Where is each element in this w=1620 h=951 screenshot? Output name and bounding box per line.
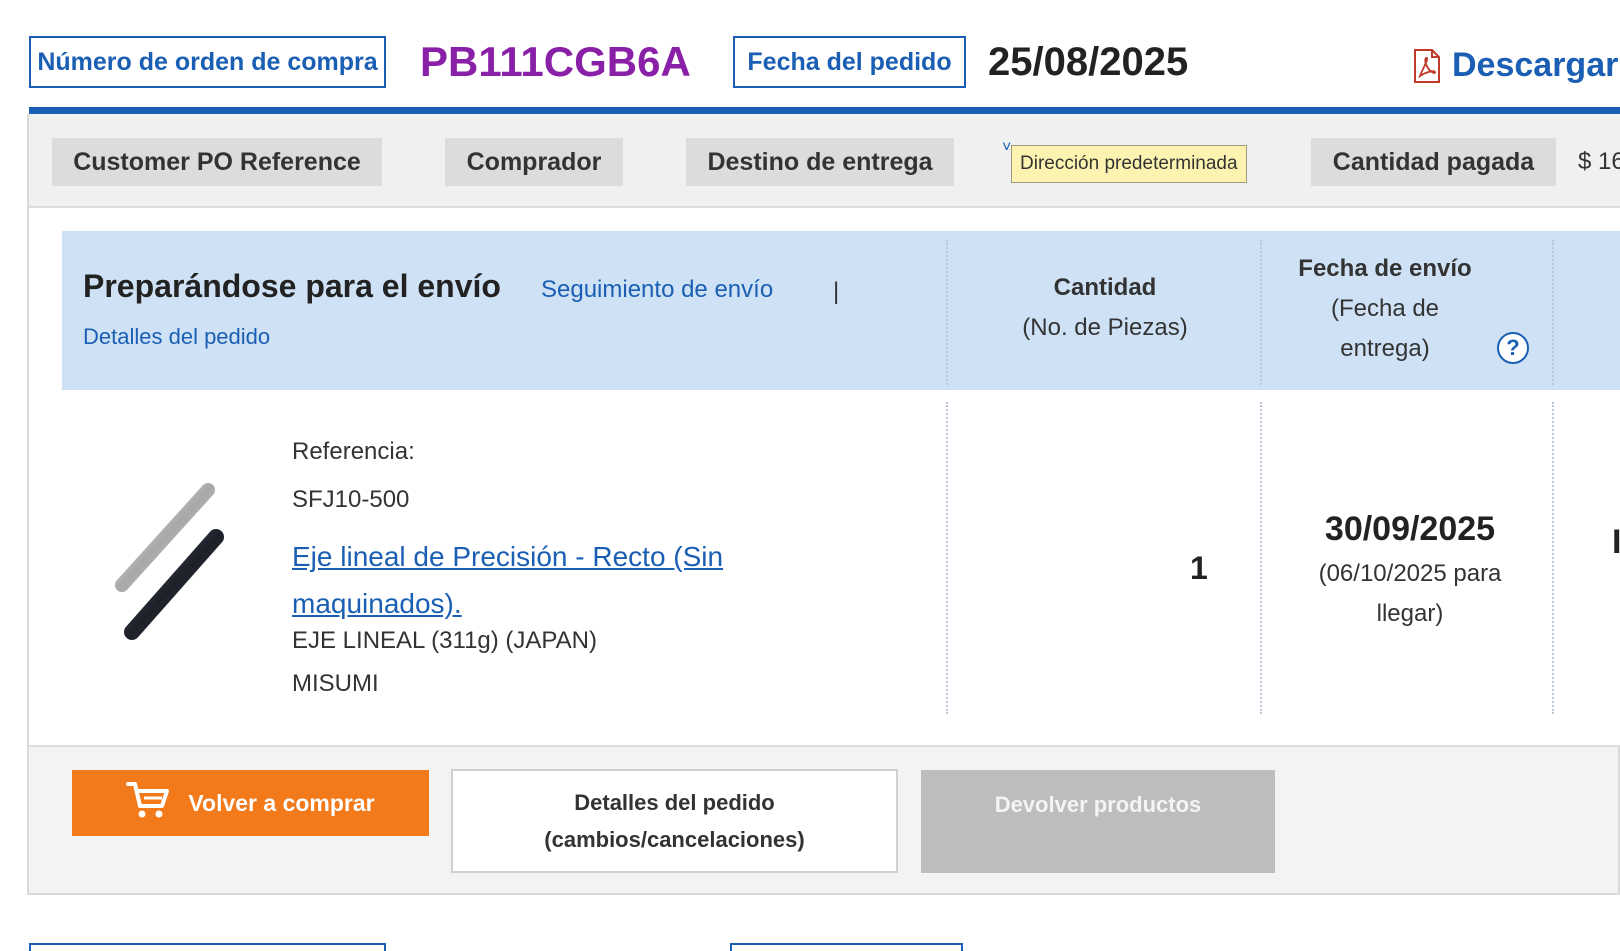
paid-amount-value: $ 16 [1578,148,1620,175]
arrival-date: (06/10/2025 para llegar) [1290,554,1530,634]
tracking-link[interactable]: Seguimiento de envío [541,276,773,304]
product-shaft-image[interactable] [108,480,228,650]
manufacturer: MISUMI [292,670,379,697]
quantity-column-header: Cantidad (No. de Piezas) [990,268,1220,348]
default-address-tooltip: Dirección predeterminada [1011,145,1247,183]
order-details-button[interactable]: Detalles del pedido (cambios/cancelacion… [451,769,898,873]
tooltip-pointer: ˅ [1002,139,1012,156]
order-details-button-line-2[interactable]: (cambios/cancelaciones) [544,821,804,858]
reference-label: Referencia: [292,438,415,465]
shopping-cart-icon [126,780,170,826]
next-order-date-box [730,943,963,951]
order-date-label: Fecha del pedido [733,36,966,88]
ship-date-column-header: Fecha de envío (Fecha de entrega) [1270,249,1500,369]
column-divider [946,402,948,714]
return-products-button[interactable]: Devolver productos [921,770,1275,873]
product-name-link[interactable]: Eje lineal de Precisión - Recto (Sin maq… [292,533,752,627]
destination-chip: Destino de entrega [686,138,954,186]
order-details-link[interactable]: Detalles del pedido [83,324,270,350]
buy-again-label[interactable]: Volver a comprar [188,790,374,817]
quantity-header-text: Cantidad [1053,274,1157,301]
arrival-line-2: llegar) [1376,600,1444,627]
buy-again-button[interactable]: Volver a comprar [72,770,429,836]
ship-date-value: 30/09/2025 [1324,510,1496,548]
pdf-icon [1412,48,1442,84]
actions-divider [29,745,1620,747]
next-order-label-box [29,943,386,951]
item-quantity: 1 [1190,550,1208,586]
order-details-button-line-1[interactable]: Detalles del pedido [574,784,775,821]
customer-po-chip: Customer PO Reference [52,138,382,186]
ship-date-header-text: Fecha de envío [1298,255,1472,282]
column-divider [946,240,948,385]
order-date: 25/08/2025 [988,40,1189,84]
buyer-chip: Comprador [445,138,623,186]
product-description: EJE LINEAL (311g) (JAPAN) [292,627,597,654]
shipping-status-title: Preparándose para el envío [83,268,501,304]
paid-amount-chip: Cantidad pagada [1311,138,1556,186]
download-link[interactable]: Descargar [1412,46,1618,85]
column-divider [1552,240,1554,385]
download-label[interactable]: Descargar [1452,46,1618,85]
column-divider [1260,402,1262,714]
help-icon[interactable]: ? [1497,332,1529,364]
arrival-line-1: (06/10/2025 para [1318,560,1502,587]
quantity-subheader: (No. de Piezas) [1022,314,1188,341]
ship-date-subheader-1: (Fecha de [1330,295,1440,322]
reference-code: SFJ10-500 [292,486,410,513]
link-separator: | [833,278,840,305]
column-divider [1260,240,1262,385]
po-number-label: Número de orden de compra [29,36,386,88]
column-divider [1552,402,1554,714]
header-divider [29,107,1620,114]
clipped-column-text: I [1612,523,1620,561]
ship-date-subheader-2: entrega) [1340,335,1430,362]
po-number: PB111CGB6A [420,38,691,85]
